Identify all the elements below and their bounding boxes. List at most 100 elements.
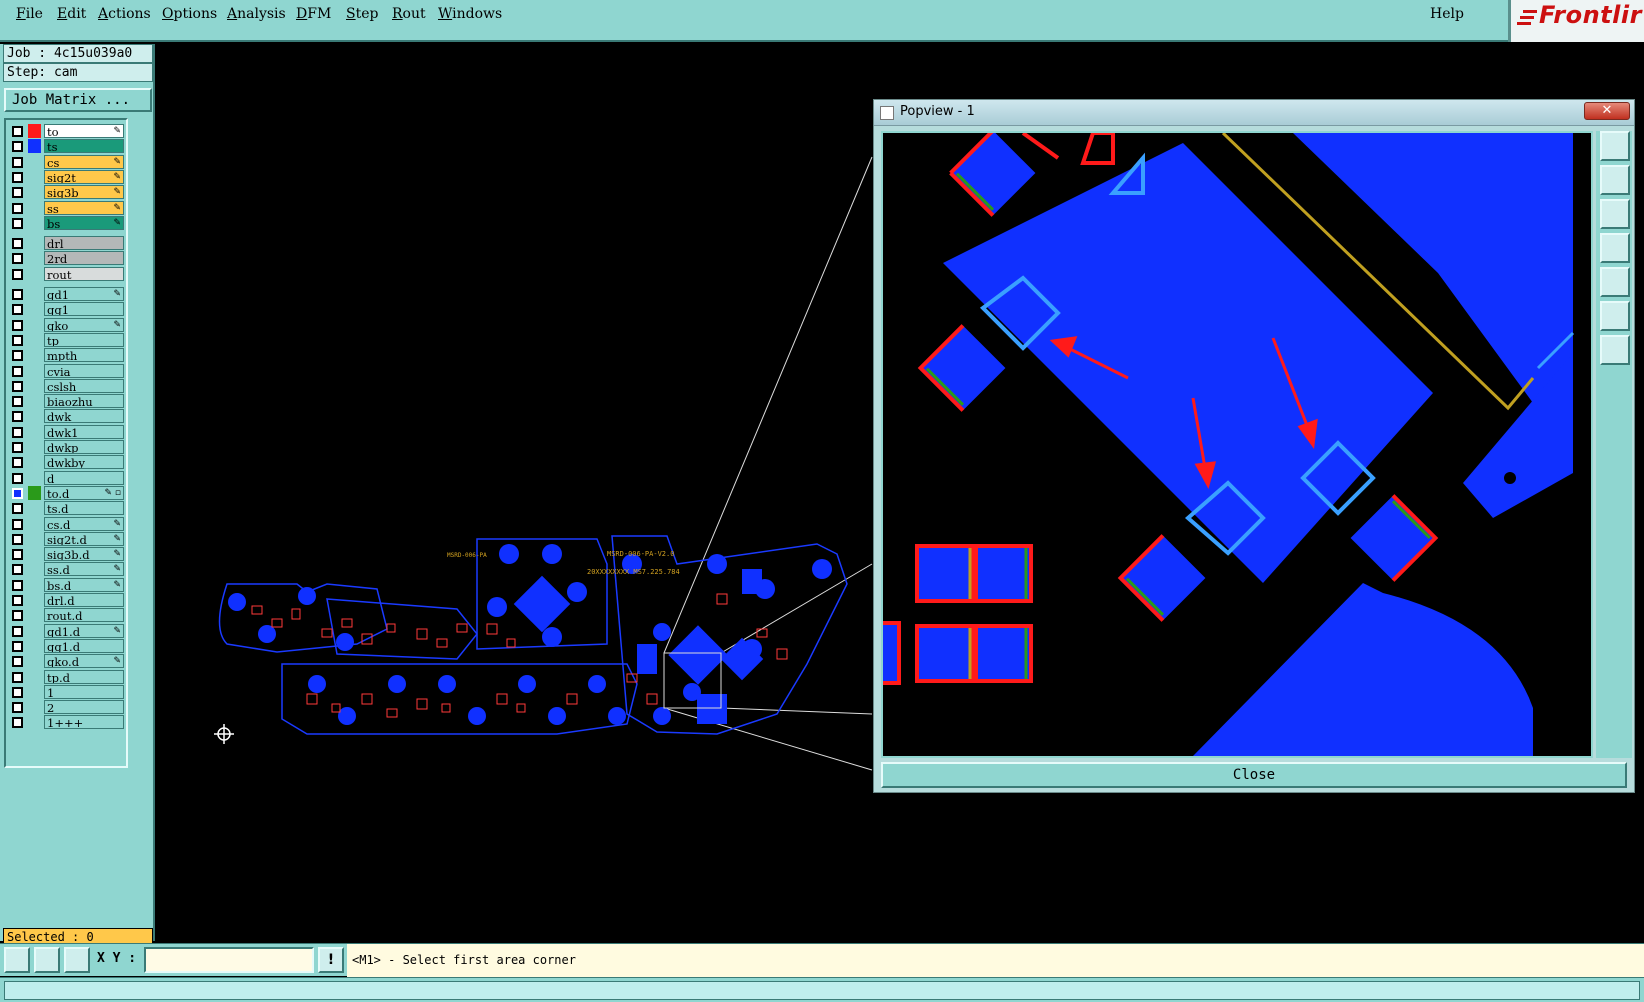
layer-name[interactable]: cs ✎ (44, 154, 124, 169)
layer-name[interactable]: 1 (44, 684, 124, 699)
job-matrix-button[interactable]: Job Matrix ... (4, 88, 152, 112)
popview-close-icon[interactable]: ✕ (1584, 102, 1630, 120)
layer-checkbox[interactable] (12, 126, 23, 137)
layer-checkbox[interactable] (12, 625, 23, 637)
layer-color-swatch[interactable] (28, 139, 41, 154)
popview-pan-right-icon[interactable] (1600, 267, 1630, 297)
popview-canvas[interactable] (879, 129, 1593, 758)
layer-name[interactable]: d (44, 470, 124, 485)
layer-row[interactable]: dwk (8, 408, 126, 424)
layer-checkbox[interactable] (12, 656, 23, 668)
layer-checkbox[interactable] (12, 289, 23, 300)
layer-name[interactable]: sig3b.d ✎ (44, 547, 124, 562)
popview-titlebar[interactable]: Popview - 1 ✕ (874, 100, 1634, 126)
layer-row[interactable]: gd1.d ✎ (8, 623, 126, 639)
layer-row[interactable]: sig2t ✎ (8, 169, 126, 185)
layer-row[interactable]: bs.d ✎ (8, 577, 126, 593)
layer-row[interactable]: gko ✎ (8, 317, 126, 333)
menu-file[interactable]: File (16, 6, 43, 22)
layer-checkbox[interactable] (12, 365, 23, 377)
layer-name[interactable]: gko.d ✎ (44, 654, 124, 669)
layer-name[interactable]: bs.d ✎ (44, 577, 124, 592)
layer-row[interactable]: sig3b ✎ (8, 184, 126, 200)
layer-row[interactable]: ss ✎ (8, 200, 126, 216)
menu-analysis[interactable]: Analysis (227, 6, 286, 22)
layer-name[interactable]: gko ✎ (44, 317, 124, 332)
layer-row[interactable]: rout (8, 266, 126, 282)
layer-row[interactable]: cs.d ✎ (8, 516, 126, 532)
menu-rout[interactable]: Rout (392, 6, 426, 22)
layer-checkbox[interactable] (12, 334, 23, 346)
layer-name[interactable]: drl.d (44, 593, 124, 607)
layer-checkbox[interactable] (12, 610, 23, 622)
menu-windows[interactable]: Windows (438, 6, 502, 22)
layer-checkbox[interactable] (12, 717, 23, 729)
layer-color-swatch[interactable] (28, 485, 41, 500)
menu-dfm[interactable]: DFM (296, 6, 331, 22)
layer-row[interactable]: gg1 (8, 301, 126, 317)
layer-row[interactable]: cslsh (8, 378, 126, 394)
layer-checkbox[interactable] (12, 671, 23, 683)
layer-checkbox[interactable] (12, 187, 23, 199)
layer-row[interactable]: cvia (8, 363, 126, 379)
layer-checkbox[interactable] (12, 533, 23, 545)
layer-row[interactable]: gd1 ✎ (8, 286, 126, 302)
layer-checkbox[interactable] (12, 426, 23, 438)
layer-row[interactable]: 1+++ (8, 714, 126, 730)
layer-name[interactable]: rout (44, 266, 124, 281)
layer-name[interactable]: ss.d ✎ (44, 562, 124, 577)
menu-help[interactable]: Help (1430, 6, 1464, 22)
grid-icon[interactable] (64, 947, 90, 973)
layer-name[interactable]: 2 (44, 700, 124, 715)
xy-input[interactable] (144, 947, 314, 973)
popview-close-button[interactable]: Close (881, 762, 1627, 788)
layer-checkbox[interactable] (12, 579, 23, 591)
layer-row[interactable]: bs ✎ (8, 215, 126, 231)
layer-name[interactable]: bs ✎ (44, 215, 124, 230)
menu-edit[interactable]: Edit (57, 6, 86, 22)
layer-checkbox[interactable] (12, 238, 23, 250)
layer-name[interactable]: dwkp (44, 440, 124, 454)
popview-zoom-in-icon[interactable] (1600, 131, 1630, 161)
layer-name[interactable]: gg1 (44, 302, 124, 317)
layer-name[interactable]: tp (44, 332, 124, 347)
layer-checkbox[interactable] (12, 595, 23, 606)
layer-row[interactable]: 2rd (8, 250, 126, 266)
layer-checkbox[interactable] (12, 686, 23, 698)
layer-checkbox[interactable] (12, 304, 23, 316)
layer-row[interactable]: tp.d (8, 669, 126, 685)
layer-checkbox[interactable] (12, 518, 23, 530)
snap-icon[interactable] (34, 947, 60, 973)
popview-fit-icon[interactable] (1600, 301, 1630, 331)
layer-row[interactable]: ss.d ✎ (8, 561, 126, 577)
layer-name[interactable]: ss ✎ (44, 200, 124, 215)
popview-pan-left-icon[interactable] (1600, 233, 1630, 263)
layer-color-swatch[interactable] (28, 124, 41, 138)
layer-checkbox[interactable] (12, 411, 23, 423)
layer-name[interactable]: gg1.d (44, 638, 124, 653)
layer-name[interactable]: cslsh (44, 378, 124, 393)
layer-name[interactable]: sig2t ✎ (44, 169, 124, 184)
layer-checkbox[interactable] (12, 350, 23, 362)
layer-checkbox[interactable] (12, 549, 23, 561)
layer-checkbox[interactable] (12, 640, 23, 652)
layer-name[interactable]: 2rd (44, 251, 124, 266)
layer-name[interactable]: rout.d (44, 608, 124, 623)
layer-checkbox[interactable] (12, 202, 23, 214)
layer-checkbox[interactable] (12, 702, 23, 714)
layer-row[interactable]: 2 (8, 699, 126, 715)
layer-name[interactable]: sig2t.d ✎ (44, 531, 124, 546)
layer-checkbox[interactable] (12, 319, 23, 331)
layer-checkbox[interactable] (12, 141, 23, 153)
layer-name[interactable]: dwkby (44, 455, 124, 470)
layer-row[interactable]: drl (8, 235, 126, 251)
layer-row[interactable]: dwk1 (8, 424, 126, 440)
layer-name[interactable]: tp.d (44, 669, 124, 684)
layer-checkbox[interactable] (12, 457, 23, 469)
layer-name[interactable]: cs.d ✎ (44, 516, 124, 531)
layer-checkbox[interactable] (12, 156, 23, 168)
layer-row[interactable]: to ✎ (8, 123, 126, 139)
layer-row[interactable]: ts (8, 138, 126, 154)
layer-row[interactable]: tp (8, 332, 126, 348)
menu-options[interactable]: Options (162, 6, 217, 22)
